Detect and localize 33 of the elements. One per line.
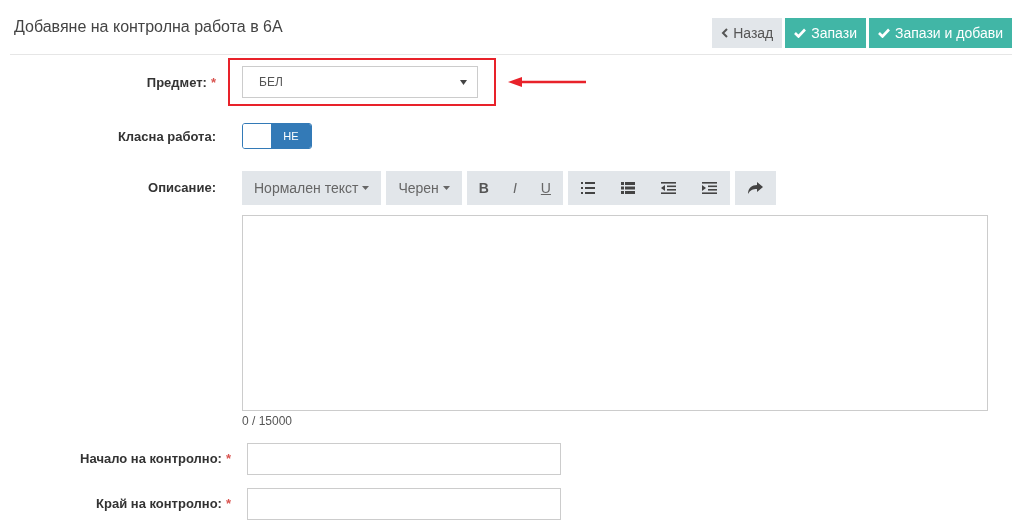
checkmark-icon bbox=[878, 28, 890, 38]
bold-button[interactable]: B bbox=[466, 171, 501, 205]
caret-icon bbox=[460, 79, 467, 85]
caret-icon bbox=[442, 186, 450, 190]
toolbar-dropdown[interactable]: Нормален текст bbox=[242, 171, 382, 205]
indent-icon bbox=[701, 182, 717, 194]
bullet-list-icon bbox=[580, 182, 595, 194]
character-counter: 0 / 15000 bbox=[242, 414, 294, 428]
toggle-switch[interactable]: НЕ bbox=[242, 123, 312, 149]
page-title: Добавяне на контролна работа в 6А bbox=[14, 18, 283, 36]
subject-dropdown[interactable]: БЕЛ bbox=[242, 66, 478, 98]
italic-button[interactable]: I bbox=[500, 171, 529, 205]
save-button[interactable]: Запази и добави bbox=[869, 18, 1012, 48]
outdent-icon bbox=[660, 182, 676, 194]
field-label: Предмет: bbox=[146, 74, 207, 90]
required-mark: * bbox=[225, 451, 231, 466]
field-label: Край на контролно: bbox=[96, 496, 222, 511]
list-icon bbox=[620, 182, 635, 194]
required-mark: * bbox=[225, 496, 231, 511]
field-label: Описание: bbox=[148, 180, 216, 195]
checkmark-icon bbox=[794, 28, 807, 38]
date-input[interactable] bbox=[247, 442, 561, 475]
toolbar-dropdown[interactable]: Черен bbox=[386, 171, 462, 205]
field-label: Класна работа: bbox=[117, 128, 216, 144]
date-input[interactable] bbox=[247, 487, 561, 520]
chevron-left-icon bbox=[721, 28, 729, 38]
field-label: Начало на контролно: bbox=[80, 451, 222, 466]
underline-button[interactable]: U bbox=[528, 171, 563, 205]
back-button[interactable]: Назад bbox=[712, 18, 783, 48]
required-mark: * bbox=[210, 74, 216, 90]
redo-icon bbox=[747, 182, 763, 194]
save-button[interactable]: Запази bbox=[785, 18, 866, 48]
caret-icon bbox=[362, 186, 370, 190]
